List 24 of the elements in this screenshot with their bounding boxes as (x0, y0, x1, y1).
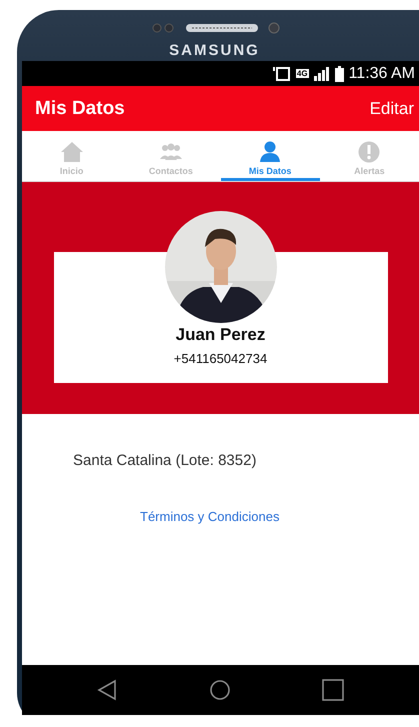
profile-name: Juan Perez (176, 325, 266, 345)
status-time: 11:36 AM (348, 64, 415, 82)
recents-icon[interactable] (320, 679, 345, 701)
speaker-icon (186, 24, 258, 32)
home-icon (60, 141, 83, 163)
home-circle-icon[interactable] (208, 679, 232, 701)
camera-icon (268, 22, 280, 34)
people-icon (160, 141, 182, 163)
profile-phone: +541165042734 (174, 351, 268, 366)
alert-icon (358, 141, 380, 163)
network-badge: 4G (296, 69, 309, 78)
tab[interactable]: Contactos (121, 131, 220, 181)
tab[interactable]: Inicio (22, 131, 122, 181)
vibrate-icon (272, 66, 291, 82)
brand-logo: SAMSUNG (169, 42, 260, 59)
edit-button[interactable]: Editar (370, 98, 414, 118)
screen-title: Mis Datos (35, 98, 125, 120)
address-text: Santa Catalina (Lote: 8352) (73, 452, 258, 469)
signal-icon (314, 66, 330, 80)
battery-icon (334, 66, 344, 82)
person-icon (259, 141, 282, 163)
tab[interactable]: Alertas (320, 131, 419, 181)
terms-link[interactable]: Términos y Condiciones (140, 509, 280, 524)
sensor-icon (152, 23, 176, 33)
